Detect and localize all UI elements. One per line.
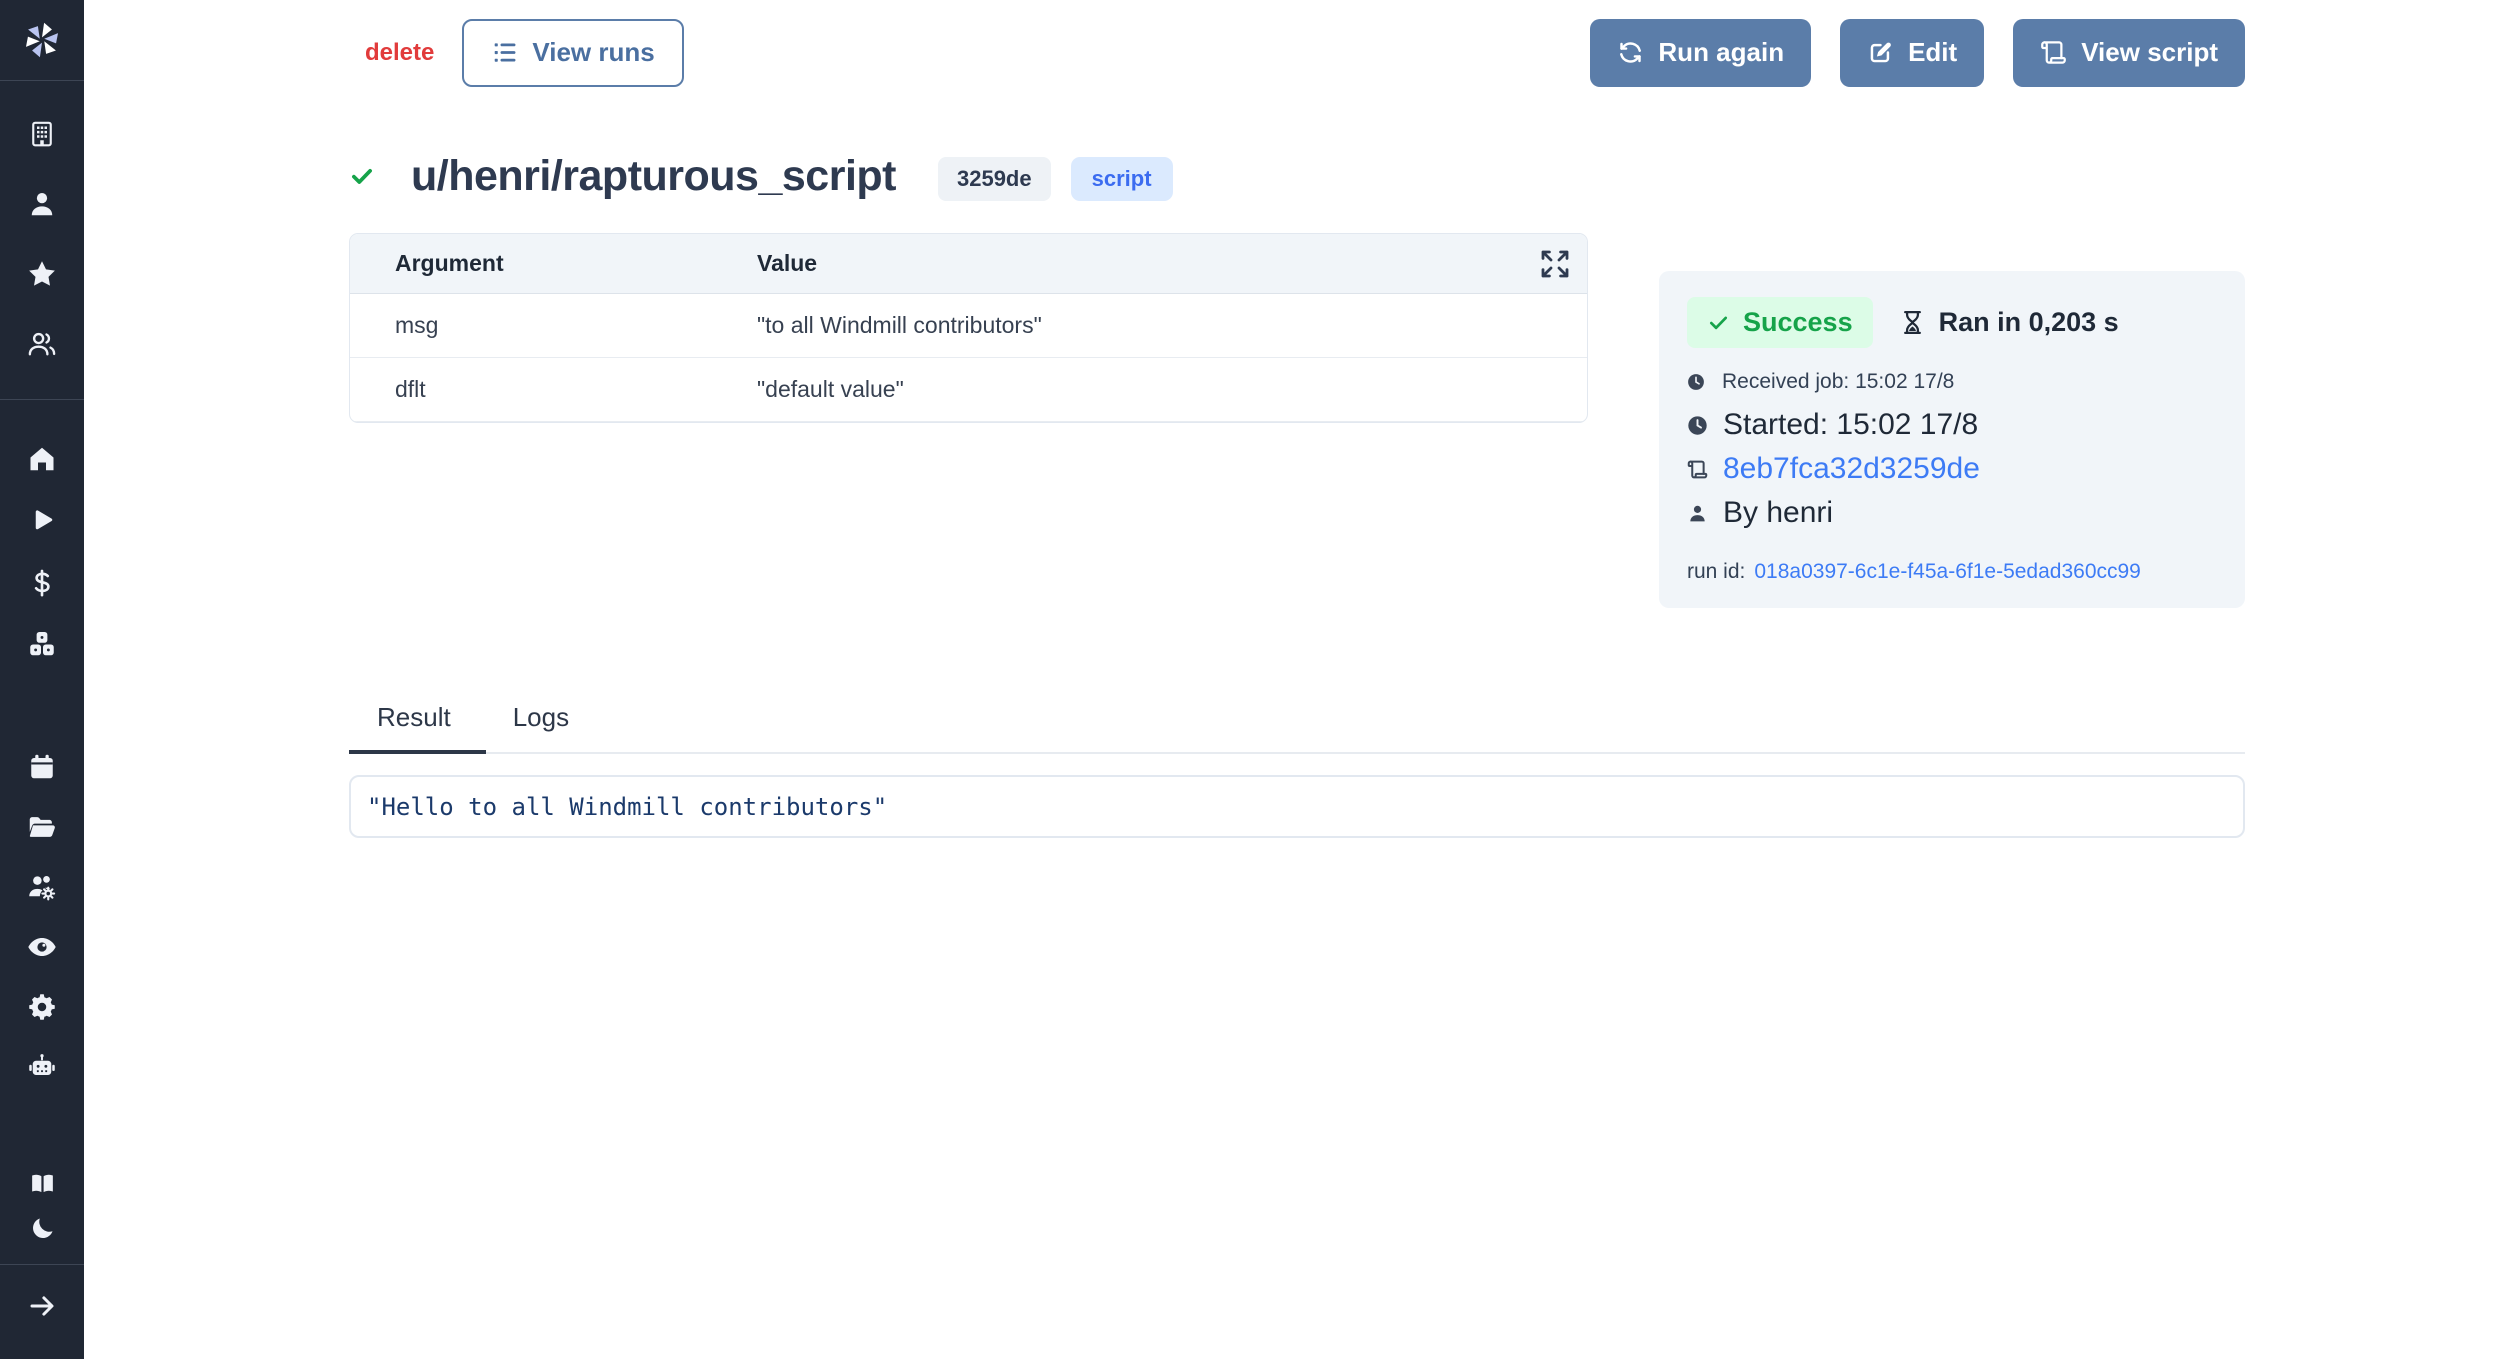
edit-icon bbox=[1867, 39, 1894, 66]
hourglass-icon bbox=[1899, 309, 1926, 336]
received-row: Received job: 15:02 17/8 bbox=[1687, 370, 2217, 394]
app-window: delete View runs bbox=[0, 0, 2500, 1359]
users-icon[interactable] bbox=[27, 329, 57, 359]
gear-icon[interactable] bbox=[27, 992, 57, 1022]
play-icon[interactable] bbox=[27, 506, 57, 536]
home-icon[interactable] bbox=[27, 444, 57, 474]
sidebar-divider bbox=[0, 1264, 84, 1265]
user-icon[interactable] bbox=[27, 189, 57, 219]
table-header: Argument Value bbox=[350, 234, 1587, 294]
building-icon[interactable] bbox=[27, 119, 57, 149]
windmill-logo[interactable] bbox=[0, 0, 84, 81]
edit-label: Edit bbox=[1908, 37, 1957, 68]
sidebar bbox=[0, 0, 84, 1359]
robot-icon[interactable] bbox=[27, 1052, 57, 1082]
check-icon bbox=[1707, 311, 1730, 334]
main-content: delete View runs bbox=[84, 0, 2500, 1359]
job-hash-row: 8eb7fca32d3259de bbox=[1687, 452, 2217, 486]
job-hash-link[interactable]: 8eb7fca32d3259de bbox=[1723, 452, 1980, 486]
started-row: Started: 15:02 17/8 bbox=[1687, 408, 2217, 442]
argument-cell: dflt bbox=[350, 376, 757, 403]
edit-button[interactable]: Edit bbox=[1840, 19, 1984, 87]
book-open-icon[interactable] bbox=[29, 1170, 56, 1197]
kind-badge: script bbox=[1071, 157, 1173, 201]
hash-badge[interactable]: 3259de bbox=[938, 157, 1051, 201]
run-id-row: run id: 018a0397-6c1e-f45a-6f1e-5edad360… bbox=[1687, 560, 2217, 584]
run-info-panel: Success Ran in 0,203 s bbox=[1659, 271, 2245, 608]
view-script-label: View script bbox=[2081, 37, 2218, 68]
moon-icon[interactable] bbox=[29, 1215, 56, 1242]
table-row: msg "to all Windmill contributors" bbox=[350, 294, 1587, 358]
scroll-icon bbox=[1687, 459, 1708, 480]
tab-logs[interactable]: Logs bbox=[486, 702, 596, 754]
duration: Ran in 0,203 s bbox=[1899, 307, 2119, 338]
received-label: Received job: 15:02 17/8 bbox=[1722, 370, 1954, 394]
arguments-table: Argument Value msg "to all Windmill cont… bbox=[349, 233, 1588, 423]
run-again-label: Run again bbox=[1658, 37, 1784, 68]
started-label: Started: 15:02 17/8 bbox=[1723, 408, 1978, 442]
dollar-icon[interactable] bbox=[27, 568, 57, 598]
body-row: Argument Value msg "to all Windmill cont… bbox=[349, 233, 2245, 608]
eye-icon[interactable] bbox=[27, 932, 57, 962]
refresh-icon bbox=[1617, 39, 1644, 66]
table-row: dflt "default value" bbox=[350, 358, 1587, 422]
success-check-icon bbox=[349, 163, 375, 189]
list-icon bbox=[491, 39, 518, 66]
run-id-label: run id: bbox=[1687, 560, 1745, 584]
argument-cell: msg bbox=[350, 312, 757, 339]
delete-button[interactable]: delete bbox=[365, 39, 434, 67]
arrow-right-icon[interactable] bbox=[27, 1291, 57, 1321]
action-buttons: Run again Edit bbox=[1590, 19, 2245, 87]
argument-column-header: Argument bbox=[350, 250, 757, 277]
clock-icon bbox=[1687, 415, 1708, 436]
view-runs-button[interactable]: View runs bbox=[462, 19, 683, 87]
clock-icon bbox=[1687, 373, 1705, 391]
result-tabs: Result Logs bbox=[349, 702, 2245, 754]
view-script-button[interactable]: View script bbox=[2013, 19, 2245, 87]
result-text: "Hello to all Windmill contributors" bbox=[367, 793, 887, 821]
expand-icon[interactable] bbox=[1539, 248, 1571, 280]
status-label: Success bbox=[1743, 307, 1853, 338]
status-badge: Success bbox=[1687, 297, 1873, 348]
result-output: "Hello to all Windmill contributors" bbox=[349, 775, 2245, 838]
folder-open-icon[interactable] bbox=[27, 812, 57, 842]
run-again-button[interactable]: Run again bbox=[1590, 19, 1811, 87]
value-column-header: Value bbox=[757, 250, 1587, 277]
sidebar-divider bbox=[0, 399, 84, 400]
users-gear-icon[interactable] bbox=[27, 872, 57, 902]
toolbar: delete View runs bbox=[349, 18, 2245, 87]
scroll-icon bbox=[2040, 39, 2067, 66]
value-cell: "to all Windmill contributors" bbox=[757, 312, 1587, 339]
page-title: u/henri/rapturous_script bbox=[411, 152, 896, 201]
duration-label: Ran in 0,203 s bbox=[1939, 307, 2119, 338]
author-row: By henri bbox=[1687, 496, 2217, 530]
star-icon[interactable] bbox=[27, 259, 57, 289]
author-label: By henri bbox=[1723, 496, 1833, 530]
value-cell: "default value" bbox=[757, 376, 1587, 403]
run-id-link[interactable]: 018a0397-6c1e-f45a-6f1e-5edad360cc99 bbox=[1754, 560, 2140, 584]
person-icon bbox=[1687, 503, 1708, 524]
view-runs-label: View runs bbox=[532, 37, 654, 68]
calendar-icon[interactable] bbox=[27, 752, 57, 782]
page-header: u/henri/rapturous_script 3259de script bbox=[349, 143, 2245, 209]
dice-icon[interactable] bbox=[27, 630, 57, 660]
tab-result[interactable]: Result bbox=[349, 702, 486, 754]
